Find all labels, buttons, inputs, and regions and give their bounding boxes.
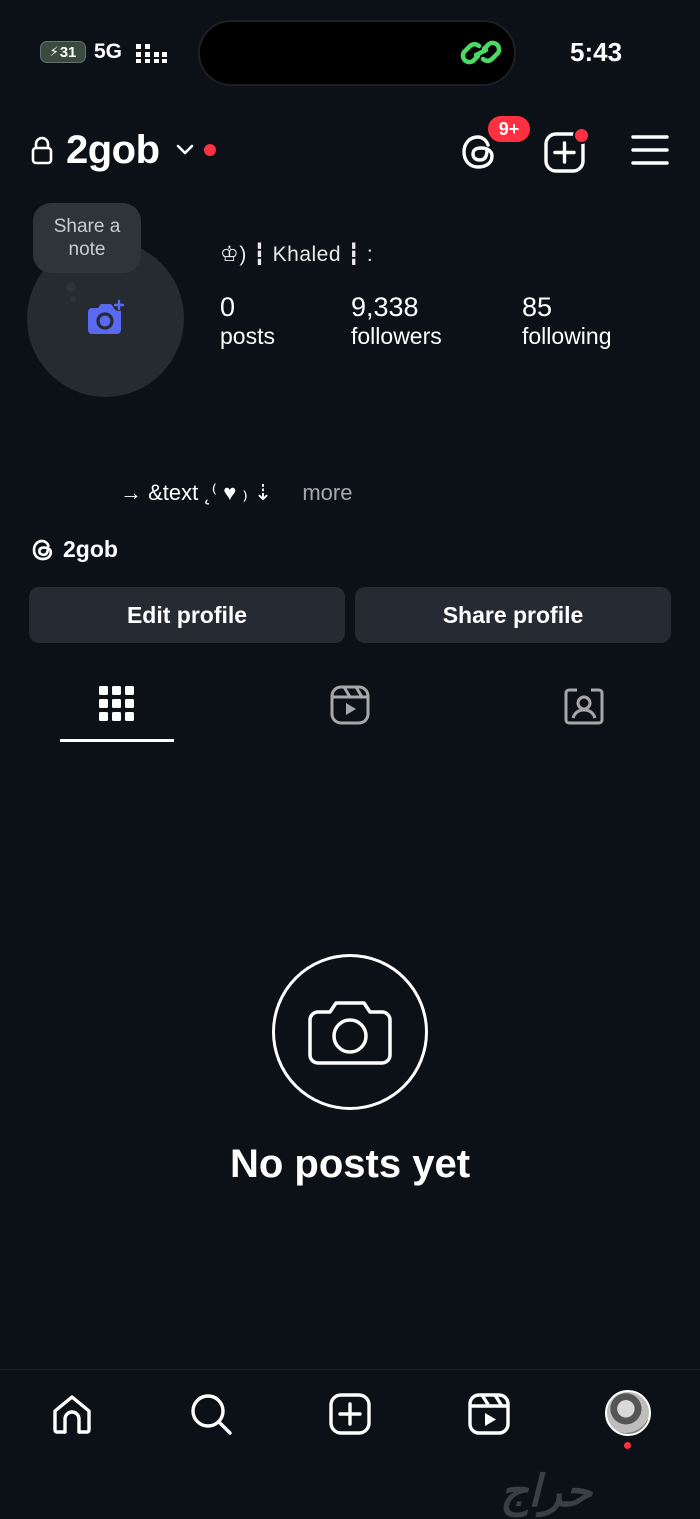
followers-stat[interactable]: 9,338 followers: [351, 292, 442, 350]
clock: 5:43: [570, 37, 623, 67]
threads-notification-badge: 9+: [486, 114, 532, 144]
username: 2gob: [66, 128, 160, 172]
threads-icon: [32, 539, 53, 560]
following-stat[interactable]: 85 following: [522, 292, 612, 350]
signal-icon: [136, 44, 167, 63]
network-type: 5G: [94, 40, 123, 63]
followers-count: 9,338: [351, 292, 419, 322]
note-bubble-tail-small: [70, 296, 76, 302]
display-name: ♔) ┇ Khaled ┇ :: [220, 243, 374, 266]
share-note-label: Share a note: [53, 216, 121, 260]
threads-profile-link[interactable]: 2gob: [31, 536, 118, 563]
account-switcher[interactable]: 2gob: [66, 128, 160, 173]
threads-handle: 2gob: [63, 536, 118, 562]
account-notification-dot: [204, 144, 216, 156]
camera-icon: [308, 1001, 392, 1065]
battery-indicator: ⚡ 31: [40, 41, 86, 63]
charging-icon: ⚡: [49, 44, 59, 59]
followers-label: followers: [351, 323, 442, 349]
posts-count: 0: [220, 292, 236, 322]
profile-notification-dot: [624, 1442, 631, 1449]
menu-icon[interactable]: [630, 133, 670, 167]
grid-tab-icon[interactable]: [99, 686, 135, 722]
add-photo-icon[interactable]: [84, 298, 128, 340]
following-label: following: [522, 323, 612, 349]
empty-state-camera: [272, 954, 428, 1110]
lock-icon: [31, 136, 53, 165]
link-icon: [460, 40, 502, 65]
posts-stat: 0 posts: [220, 292, 275, 350]
tagged-tab-icon[interactable]: [563, 685, 605, 727]
reels-tab-icon[interactable]: [329, 684, 371, 726]
watermark-logo: حراج: [500, 1467, 594, 1516]
following-count: 85: [522, 292, 553, 322]
bio: → &text ˛⁽ ♥ ₎ ⇣ more: [120, 480, 352, 506]
active-tab-indicator: [60, 739, 174, 742]
bio-text: → &text ˛⁽ ♥ ₎ ⇣: [120, 480, 273, 505]
battery-level: 31: [59, 43, 77, 61]
empty-state-title: No posts yet: [229, 1142, 471, 1186]
new-post-icon[interactable]: [328, 1392, 372, 1436]
posts-label: posts: [220, 323, 275, 349]
bio-more-link[interactable]: more: [302, 480, 352, 505]
chevron-down-icon[interactable]: [175, 142, 195, 156]
search-icon[interactable]: [189, 1392, 233, 1436]
share-profile-button[interactable]: Share profile: [355, 587, 671, 643]
home-icon[interactable]: [50, 1392, 94, 1436]
profile-tab-avatar[interactable]: [605, 1390, 651, 1436]
reels-icon[interactable]: [467, 1392, 511, 1436]
share-note-bubble[interactable]: Share a note: [33, 203, 141, 273]
note-bubble-tail: [66, 282, 76, 292]
edit-profile-button[interactable]: Edit profile: [29, 587, 345, 643]
create-notification-dot: [573, 127, 590, 144]
